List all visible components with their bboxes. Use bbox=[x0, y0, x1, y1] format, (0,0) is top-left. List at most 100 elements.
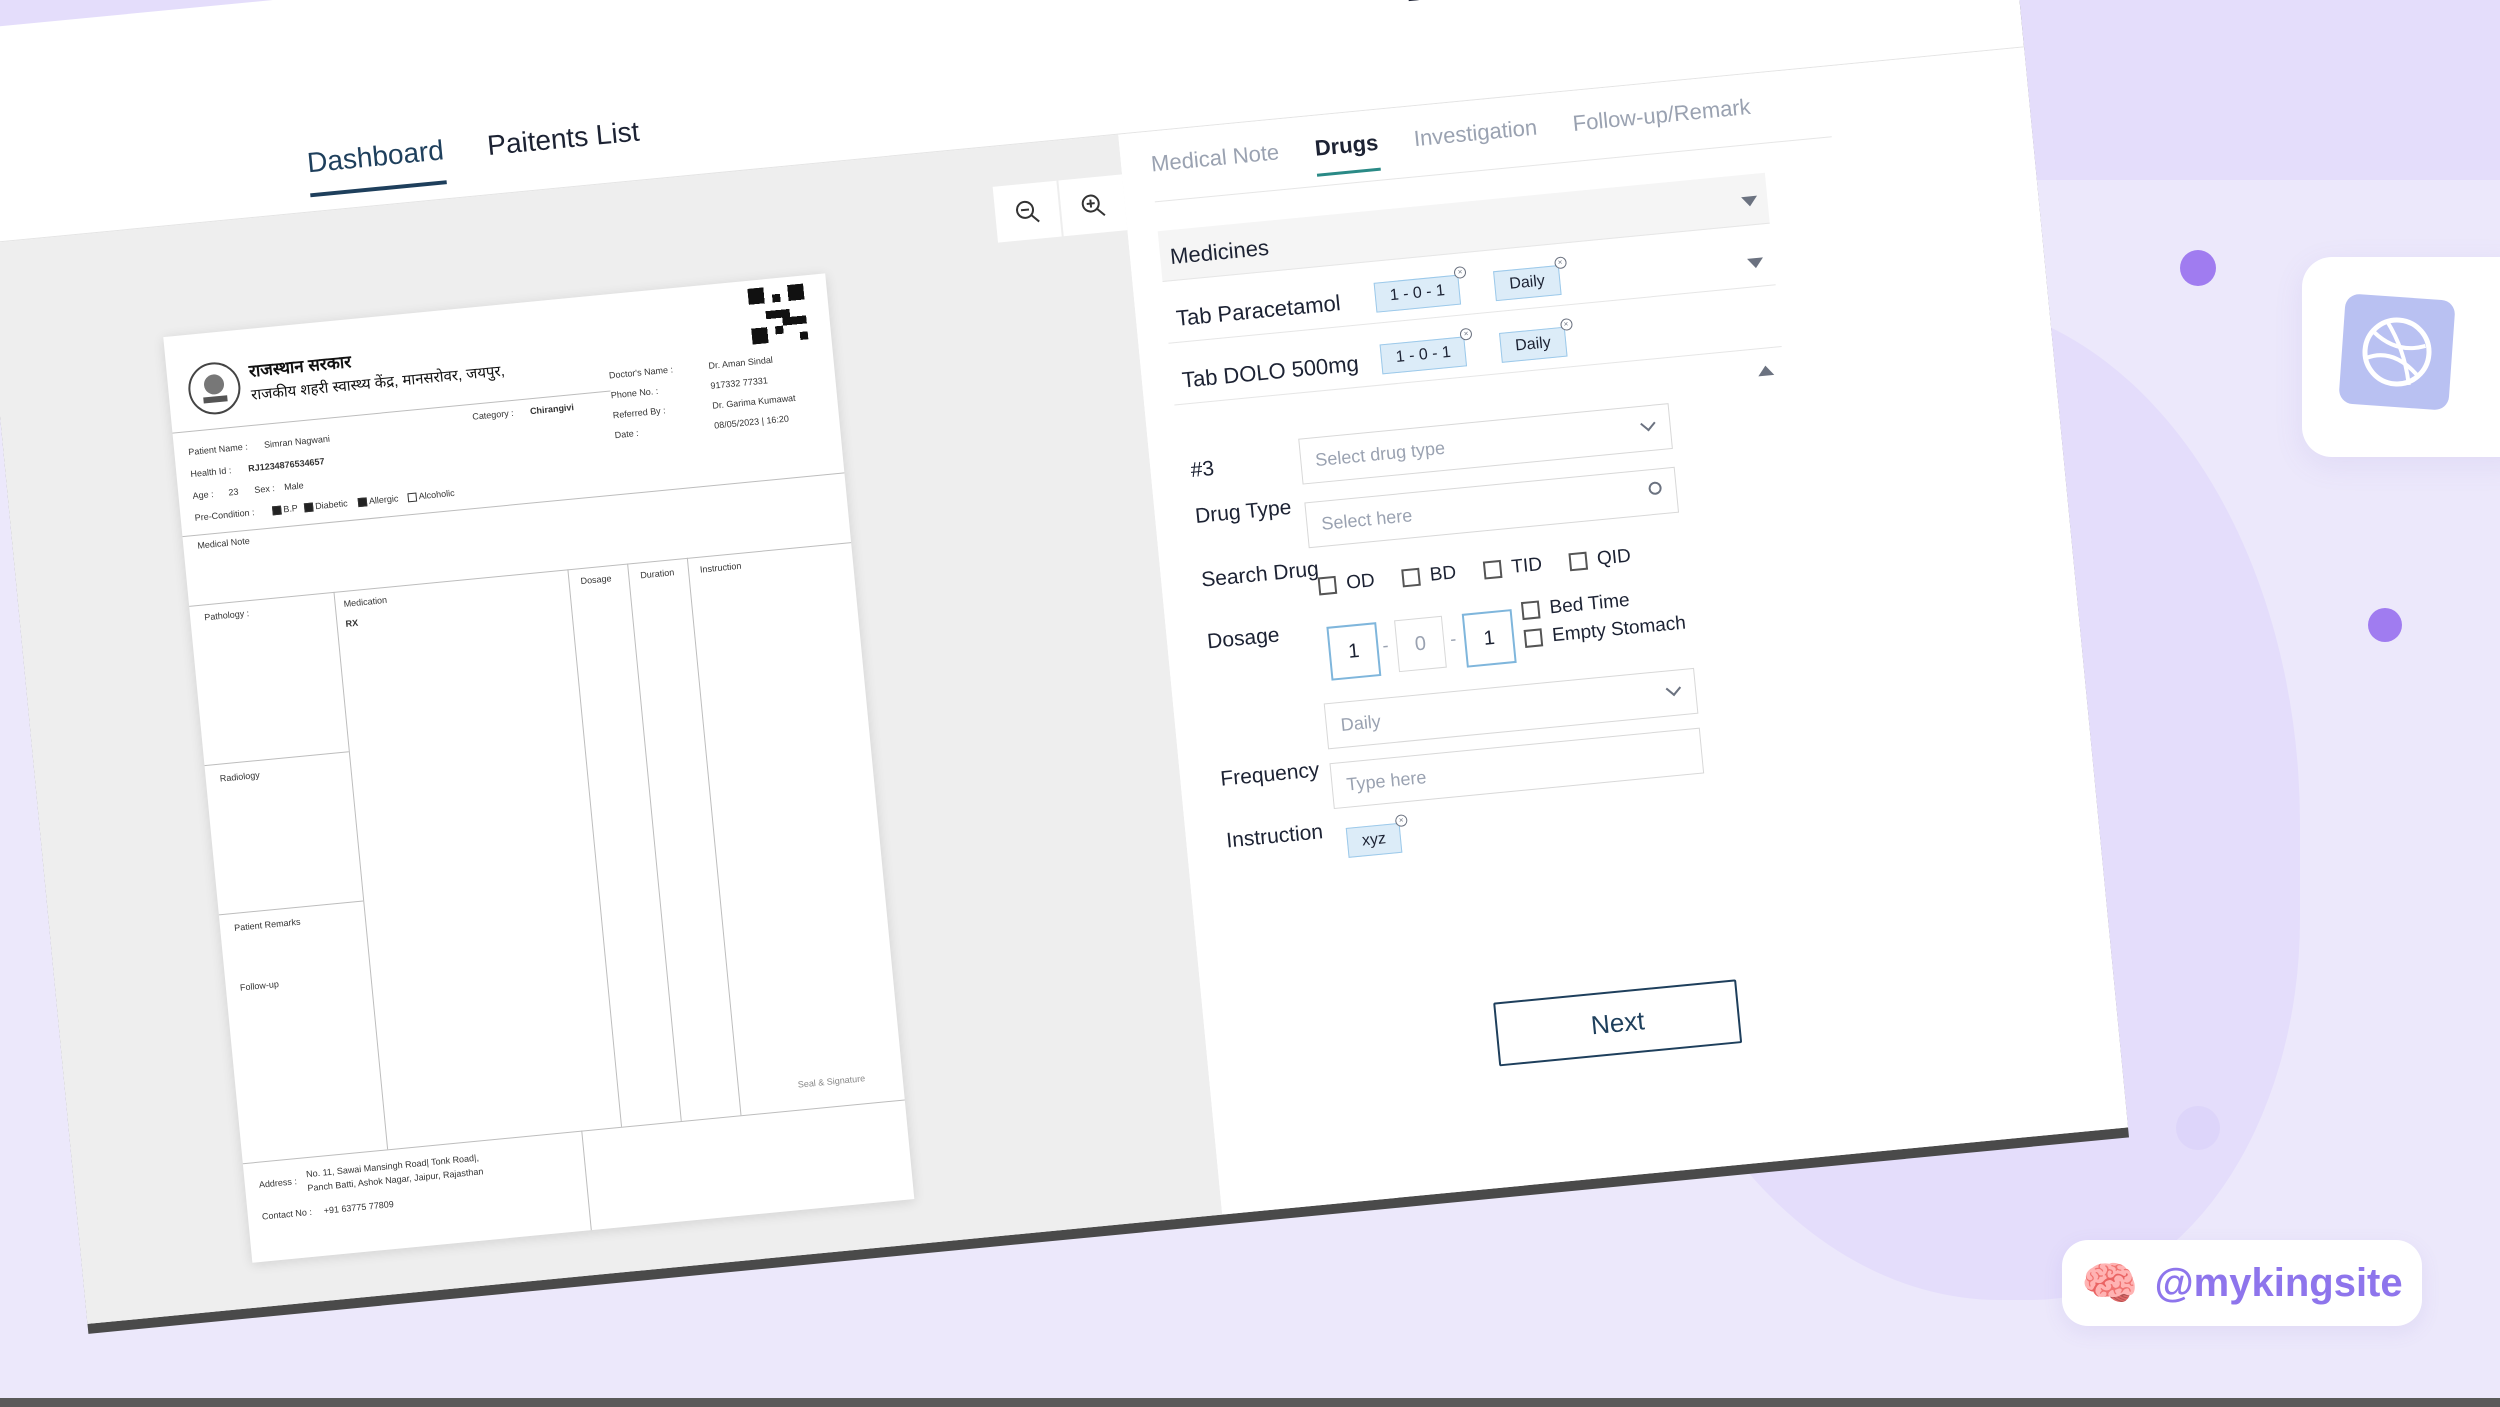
instruction-label: Instruction bbox=[1225, 820, 1324, 853]
frequency-value: Daily bbox=[1339, 711, 1382, 735]
category-value: Chirangivi bbox=[529, 402, 575, 417]
chevron-down-icon[interactable] bbox=[1741, 195, 1758, 208]
remove-icon[interactable]: × bbox=[1394, 814, 1408, 828]
drug-index: #3 bbox=[1189, 457, 1216, 483]
dribbble-card[interactable] bbox=[2302, 257, 2500, 457]
brand-handle[interactable]: 🧠 @mykingsite bbox=[2062, 1240, 2422, 1326]
phone-value: 917332 77331 bbox=[709, 375, 769, 391]
dose-separator: - bbox=[1381, 635, 1390, 656]
condition-alcoholic: Alcoholic bbox=[407, 488, 455, 503]
dosage-option-qid[interactable]: QID bbox=[1568, 545, 1632, 573]
medical-note-label: Medical Note bbox=[196, 535, 251, 551]
dosage-option-od[interactable]: OD bbox=[1317, 570, 1376, 597]
remove-icon[interactable]: × bbox=[1553, 256, 1567, 270]
medicines-title: Medicines bbox=[1168, 234, 1270, 270]
drug-type-label: Drug Type bbox=[1194, 495, 1293, 528]
qr-code-icon bbox=[747, 283, 809, 345]
doctor-label: Doctor's Name : bbox=[608, 364, 674, 381]
search-drug-label: Search Drug bbox=[1200, 557, 1320, 592]
frequency-chip[interactable]: Daily × bbox=[1493, 256, 1567, 302]
prescription-viewer: राजस्थान सरकार राजकीय शहरी स्वास्थ्य कें… bbox=[0, 134, 1224, 1324]
decor-dot bbox=[2176, 1106, 2220, 1150]
health-id-label: Health Id : bbox=[190, 465, 232, 480]
dosage-option-tid[interactable]: TID bbox=[1482, 554, 1543, 582]
nav-tab-patients-list[interactable]: Paitents List bbox=[486, 116, 643, 180]
drug-panel: Medical Note Drugs Investigation Follow-… bbox=[1118, 47, 2129, 1230]
pathology-label: Pathology : bbox=[203, 608, 250, 623]
next-button[interactable]: Next bbox=[1493, 979, 1743, 1067]
health-id-value: RJ1234876534657 bbox=[247, 456, 325, 474]
referred-value: Dr. Garima Kumawat bbox=[711, 392, 796, 411]
search-drug-input[interactable]: Select here bbox=[1304, 466, 1680, 549]
contact-value: +91 63775 77809 bbox=[323, 1198, 395, 1216]
patient-name-label: Patient Name : bbox=[187, 441, 249, 458]
address-label: Address : bbox=[258, 1176, 298, 1190]
chevron-down-icon[interactable] bbox=[1747, 257, 1764, 269]
instruction-chip[interactable]: xyz × bbox=[1345, 814, 1408, 858]
chevron-down-icon bbox=[1640, 415, 1656, 432]
user-name: Dr. Varun bbox=[1404, 0, 1538, 9]
patient-remarks-label: Patient Remarks bbox=[233, 916, 301, 933]
sex-label: Sex : bbox=[253, 483, 276, 496]
dose-chip[interactable]: 1 - 0 - 1 × bbox=[1373, 265, 1467, 313]
follow-up-label: Follow-up bbox=[239, 978, 280, 993]
dosage-col-label: Dosage bbox=[580, 573, 612, 587]
decor-dot bbox=[2368, 608, 2402, 642]
dose-morning-input[interactable]: 1 bbox=[1326, 622, 1382, 681]
dose-separator: - bbox=[1449, 628, 1458, 650]
tab-drugs[interactable]: Drugs bbox=[1313, 129, 1381, 177]
chevron-up-icon[interactable] bbox=[1757, 364, 1775, 377]
emblem-icon bbox=[188, 362, 241, 415]
dribbble-icon bbox=[2362, 317, 2432, 387]
remove-icon[interactable]: × bbox=[1459, 327, 1473, 341]
dose-night-input[interactable]: 1 bbox=[1461, 609, 1517, 668]
instruction-placeholder: Type here bbox=[1345, 767, 1428, 795]
zoom-out-icon bbox=[1016, 200, 1040, 223]
condition-diabetic: Diabetic bbox=[303, 498, 348, 513]
tab-medical-note[interactable]: Medical Note bbox=[1150, 139, 1282, 192]
dose-noon-input[interactable]: 0 bbox=[1394, 615, 1447, 673]
medication-label: Medication bbox=[343, 594, 388, 609]
app-screen: Dr. Varun Dashboard Paitents List राजस्थ… bbox=[0, 0, 2129, 1324]
drug-type-placeholder: Select drug type bbox=[1314, 437, 1446, 471]
search-drug-placeholder: Select here bbox=[1320, 505, 1414, 534]
remove-icon[interactable]: × bbox=[1453, 265, 1467, 280]
frequency-label: Frequency bbox=[1219, 758, 1321, 791]
remove-icon[interactable]: × bbox=[1559, 318, 1573, 332]
date-value: 08/05/2023 | 16:20 bbox=[713, 413, 790, 431]
doctor-value: Dr. Aman Sindal bbox=[708, 354, 774, 371]
age-value: 23 bbox=[227, 486, 239, 498]
tab-follow-up-remark[interactable]: Follow-up/Remark bbox=[1572, 94, 1754, 152]
instruction-col-label: Instruction bbox=[699, 560, 742, 575]
date-label: Date : bbox=[614, 427, 640, 441]
patient-name-value: Simran Nagwani bbox=[263, 433, 331, 450]
search-icon bbox=[1648, 481, 1663, 496]
category-label: Category : bbox=[471, 407, 515, 422]
referred-label: Referred By : bbox=[612, 405, 667, 421]
zoom-in-icon bbox=[1081, 194, 1106, 217]
dosage-option-bd[interactable]: BD bbox=[1401, 562, 1457, 589]
decor-dot bbox=[2180, 250, 2216, 286]
dose-chip[interactable]: 1 - 0 - 1 × bbox=[1379, 327, 1473, 375]
medicine-name: Tab DOLO 500mg bbox=[1180, 350, 1360, 393]
frequency-chip[interactable]: Daily × bbox=[1499, 318, 1573, 363]
timing-bed-time[interactable]: Bed Time bbox=[1520, 590, 1631, 622]
medicine-name: Tab Paracetamol bbox=[1174, 290, 1342, 331]
chevron-down-icon bbox=[1665, 680, 1682, 697]
sex-value: Male bbox=[283, 480, 305, 493]
radiology-label: Radiology bbox=[219, 769, 261, 784]
dosage-label: Dosage bbox=[1206, 623, 1281, 654]
nav-tab-dashboard[interactable]: Dashboard bbox=[305, 134, 447, 198]
brain-icon: 🧠 bbox=[2081, 1256, 2139, 1310]
brand-handle-text: @mykingsite bbox=[2154, 1260, 2403, 1305]
phone-label: Phone No. : bbox=[610, 385, 659, 401]
seal-label: Seal & Signature bbox=[797, 1073, 866, 1090]
zoom-out-button[interactable] bbox=[992, 180, 1062, 243]
bottom-strip bbox=[0, 1398, 2500, 1407]
rx-label: RX bbox=[345, 617, 359, 629]
tab-investigation[interactable]: Investigation bbox=[1413, 115, 1540, 168]
condition-allergic: Allergic bbox=[357, 493, 399, 508]
zoom-in-button[interactable] bbox=[1058, 174, 1128, 237]
contact-label: Contact No : bbox=[261, 1206, 313, 1222]
dribbble-tile bbox=[2338, 293, 2456, 411]
